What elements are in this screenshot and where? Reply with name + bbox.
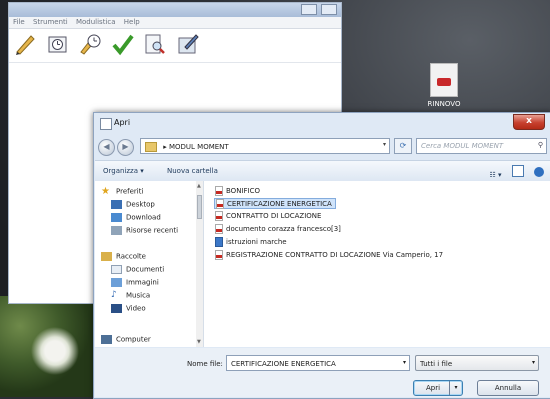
dialog-title-bar[interactable]: Apri x	[94, 113, 550, 133]
filename-dropdown-icon[interactable]: ▾	[403, 359, 406, 366]
dialog-app-icon	[100, 118, 112, 130]
new-folder-button[interactable]: Nuova cartella	[167, 167, 218, 175]
navigation-pane[interactable]: ★ Preferiti Desktop Download Risorse rece…	[95, 181, 204, 347]
nav-download[interactable]: Download	[111, 213, 161, 224]
pdf-file-icon	[430, 63, 458, 97]
search-input[interactable]: Cerca MODUL MOMENT ⚲	[416, 138, 547, 154]
refresh-button[interactable]: ⟳	[394, 138, 412, 154]
edit-clock-icon[interactable]	[78, 32, 102, 56]
nav-favorites[interactable]: ★ Preferiti	[101, 187, 143, 198]
images-icon	[111, 278, 122, 287]
scroll-up-icon[interactable]: ▲	[197, 183, 201, 189]
minimize-button[interactable]	[300, 4, 317, 15]
nav-images[interactable]: Immagini	[111, 278, 159, 289]
star-icon: ★	[101, 186, 110, 197]
open-file-dialog[interactable]: Apri x ◀ ▶ ▸ MODUL MOMENT ▾ ⟳ Cerca MODU…	[93, 112, 550, 399]
computer-icon	[101, 335, 112, 344]
help-icon[interactable]	[534, 167, 544, 177]
clock-document-icon[interactable]	[46, 32, 70, 56]
documents-icon	[111, 265, 122, 274]
search-document-icon[interactable]	[143, 32, 167, 56]
address-row: ◀ ▶ ▸ MODUL MOMENT ▾ ⟳ Cerca MODUL MOMEN…	[98, 138, 547, 156]
edit-document-icon[interactable]	[176, 32, 200, 56]
file-item[interactable]: istruzioni marche	[214, 237, 290, 248]
filename-label: Nome file:	[187, 360, 223, 368]
filename-value: CERTIFICAZIONE ENERGETICA	[231, 360, 336, 368]
filename-input[interactable]: CERTIFICAZIONE ENERGETICA ▾	[226, 355, 410, 371]
nav-music[interactable]: ♪ Musica	[111, 291, 150, 302]
breadcrumb-modul-moment[interactable]: MODUL MOMENT	[169, 143, 229, 151]
address-separator: ▸	[163, 143, 167, 151]
app-title-bar[interactable]	[9, 3, 341, 17]
views-icon[interactable]: ☷ ▾	[490, 171, 502, 181]
recent-places-icon	[111, 226, 122, 235]
libraries-icon	[101, 252, 112, 261]
forward-button[interactable]: ▶	[117, 139, 134, 156]
filetype-value: Tutti i file	[420, 360, 453, 368]
file-list[interactable]: BONIFICO CERTIFICAZIONE ENERGETICA CONTR…	[204, 181, 550, 347]
open-options-dropdown-icon[interactable]: ▾	[449, 381, 462, 395]
search-icon: ⚲	[537, 141, 543, 149]
video-icon	[111, 304, 122, 313]
pdf-file-icon	[215, 224, 223, 234]
cancel-button[interactable]: Annulla	[477, 380, 539, 396]
desktop-file-icon[interactable]: RINNOVO	[418, 63, 470, 108]
music-icon: ♪	[111, 290, 117, 300]
filetype-select[interactable]: Tutti i file ▾	[415, 355, 539, 371]
menu-help[interactable]: Help	[124, 18, 140, 26]
maximize-button[interactable]	[321, 4, 337, 15]
nav-desktop[interactable]: Desktop	[111, 200, 155, 211]
desktop-file-label: RINNOVO	[427, 100, 461, 108]
file-item[interactable]: REGISTRAZIONE CONTRATTO DI LOCAZIONE Via…	[214, 250, 446, 261]
wallpaper-photo	[0, 296, 95, 397]
nav-scrollbar[interactable]: ▲ ▼	[196, 181, 203, 347]
pdf-file-icon	[216, 199, 224, 209]
address-bar[interactable]: ▸ MODUL MOMENT ▾	[140, 138, 390, 154]
scroll-down-icon[interactable]: ▼	[197, 339, 201, 345]
pdf-file-icon	[215, 186, 223, 196]
folder-icon	[145, 142, 157, 152]
nav-documents[interactable]: Documenti	[111, 265, 164, 276]
nav-computer[interactable]: Computer	[101, 335, 151, 346]
menu-modulistica[interactable]: Modulistica	[76, 18, 116, 26]
download-icon	[111, 213, 122, 222]
file-item[interactable]: BONIFICO	[214, 186, 263, 197]
filetype-dropdown-icon: ▾	[531, 359, 535, 366]
menu-strumenti[interactable]: Strumenti	[33, 18, 68, 26]
nav-recent[interactable]: Risorse recenti	[111, 226, 178, 237]
menu-file[interactable]: File	[13, 18, 25, 26]
dialog-footer: Nome file: CERTIFICAZIONE ENERGETICA ▾ T…	[95, 348, 550, 397]
open-button-label: Apri	[425, 384, 441, 392]
dialog-title: Apri	[114, 118, 131, 127]
close-button[interactable]: x	[513, 114, 545, 130]
file-item-selected[interactable]: CERTIFICAZIONE ENERGETICA	[214, 198, 336, 209]
app-menu-bar: File Strumenti Modulistica Help	[9, 17, 341, 29]
scroll-thumb[interactable]	[197, 195, 202, 219]
web-page-icon	[215, 237, 223, 247]
organize-button[interactable]: Organizza ▾	[103, 167, 144, 175]
pdf-file-icon	[215, 211, 223, 221]
pdf-file-icon	[215, 250, 223, 260]
open-button[interactable]: Apri ▾	[413, 380, 463, 396]
app-toolbar	[9, 29, 341, 63]
back-button[interactable]: ◀	[98, 139, 115, 156]
nav-video[interactable]: Video	[111, 304, 146, 315]
search-placeholder: Cerca MODUL MOMENT	[421, 142, 504, 150]
file-item[interactable]: documento corazza francesco[3]	[214, 224, 344, 235]
checkmark-icon[interactable]	[111, 32, 135, 56]
desktop-icon	[111, 200, 122, 209]
command-bar: Organizza ▾ Nuova cartella ☷ ▾	[95, 160, 550, 182]
file-item[interactable]: CONTRATTO DI LOCAZIONE	[214, 211, 324, 222]
preview-pane-icon[interactable]	[511, 165, 524, 177]
nav-libraries[interactable]: Raccolte	[101, 252, 146, 263]
address-dropdown-icon[interactable]: ▾	[383, 141, 386, 148]
pencil-icon[interactable]	[13, 32, 37, 56]
